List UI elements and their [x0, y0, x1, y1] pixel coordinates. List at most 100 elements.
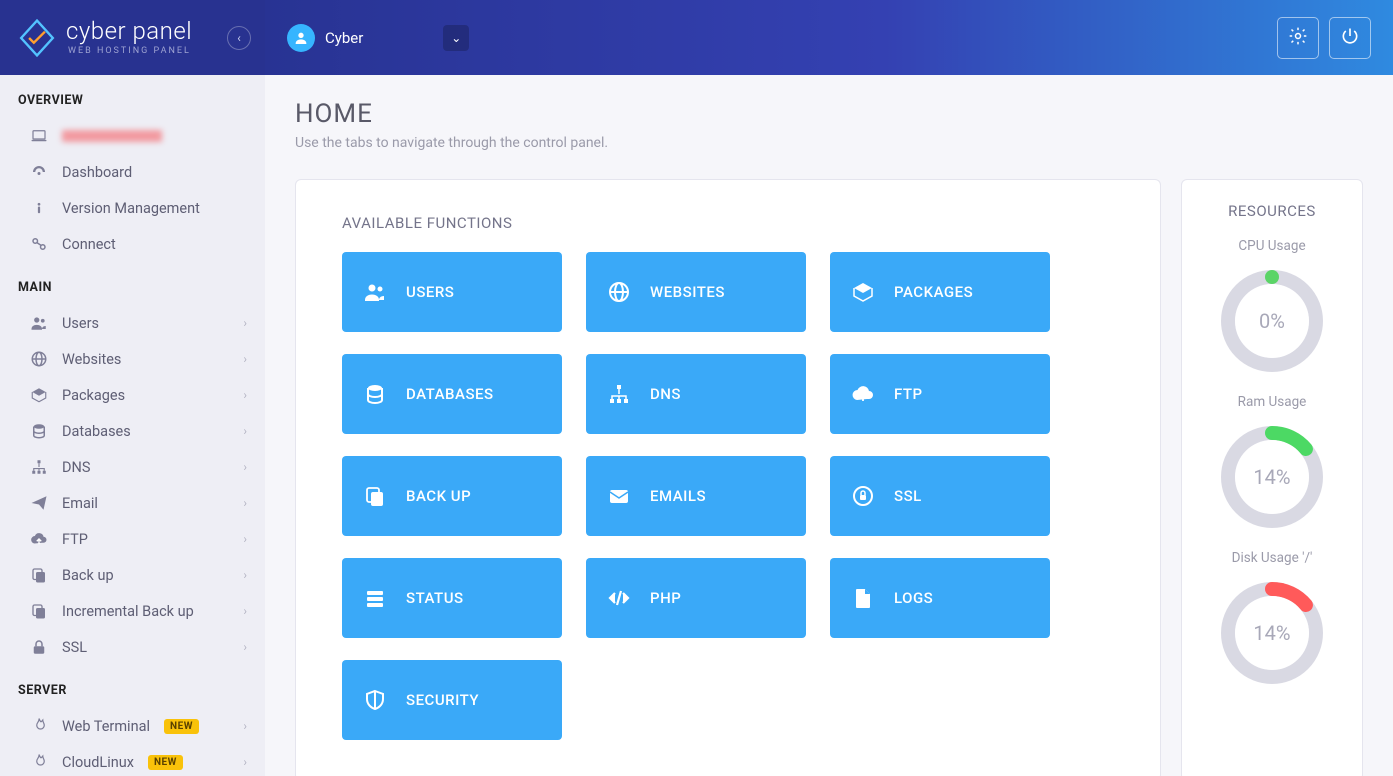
tile-databases[interactable]: DATABASES	[342, 354, 562, 434]
nav-item-label: Back up	[62, 567, 114, 584]
dns-icon	[606, 382, 632, 406]
nav-item-ssl[interactable]: SSL›	[0, 629, 265, 665]
globe-icon	[30, 350, 48, 368]
flame-icon	[30, 717, 48, 735]
tile-dns[interactable]: DNS	[586, 354, 806, 434]
tile-label: DNS	[650, 385, 681, 403]
lock-icon	[30, 638, 48, 656]
brand-text: cyber panel WEB HOSTING PANEL	[66, 19, 192, 56]
db-icon	[30, 422, 48, 440]
nav-item-label: Connect	[62, 236, 116, 253]
chevron-right-icon: ›	[243, 719, 247, 733]
tile-back-up[interactable]: BACK UP	[342, 456, 562, 536]
send-icon	[30, 494, 48, 512]
topbar: Cyber ⌄	[265, 0, 1393, 75]
nav-item-email[interactable]: Email ›	[0, 485, 265, 521]
tile-label: PHP	[650, 589, 681, 607]
settings-button[interactable]	[1277, 17, 1319, 59]
nav-item-databases[interactable]: Databases›	[0, 413, 265, 449]
user-avatar-icon	[287, 24, 315, 52]
nav-item-label: Version Management	[62, 200, 200, 217]
sidebar-nav: OVERVIEW Dashboard Version Management Conn…	[0, 75, 265, 776]
content: HOME Use the tabs to navigate through th…	[265, 75, 1393, 776]
nav-item-users[interactable]: Users ›	[0, 305, 265, 341]
mail-icon	[606, 484, 632, 508]
nav-item-label: Packages	[62, 387, 125, 404]
nav-item-incremental-back-up[interactable]: Incremental Back up ›	[0, 593, 265, 629]
resource-gauge: 14%	[1217, 422, 1327, 532]
tile-label: SSL	[894, 487, 922, 505]
nav-item-label: Web Terminal	[62, 718, 150, 735]
nav-section-main: MAIN	[0, 262, 265, 305]
chevron-right-icon: ›	[243, 755, 247, 769]
code-icon	[606, 586, 632, 610]
nav-item-ftp[interactable]: FTP›	[0, 521, 265, 557]
sidebar-collapse-button[interactable]: ‹	[227, 26, 251, 50]
power-button[interactable]	[1329, 17, 1371, 59]
info-icon	[30, 199, 48, 217]
user-dropdown-toggle[interactable]: ⌄	[443, 25, 469, 51]
tile-label: EMAILS	[650, 487, 706, 505]
page-subtitle: Use the tabs to navigate through the con…	[295, 135, 1363, 151]
resource-value: 0%	[1217, 266, 1327, 376]
tile-ssl[interactable]: SSL	[830, 456, 1050, 536]
nav-item-label: Users	[62, 315, 99, 332]
users-icon	[362, 280, 388, 304]
tile-status[interactable]: STATUS	[342, 558, 562, 638]
nav-item-back-up[interactable]: Back up›	[0, 557, 265, 593]
nav-item-redacted[interactable]	[0, 118, 265, 154]
nav-section-overview: OVERVIEW	[0, 75, 265, 118]
tile-logs[interactable]: LOGS	[830, 558, 1050, 638]
nav-item-label: Email	[62, 495, 98, 512]
nav-item-dns[interactable]: DNS›	[0, 449, 265, 485]
tile-php[interactable]: PHP	[586, 558, 806, 638]
nav-item-websites[interactable]: Websites›	[0, 341, 265, 377]
nav-item-label: FTP	[62, 531, 88, 548]
chevron-right-icon: ›	[243, 604, 247, 618]
gauge-icon	[30, 163, 48, 181]
nav-item-packages[interactable]: Packages›	[0, 377, 265, 413]
user-chip[interactable]: Cyber	[287, 24, 363, 52]
power-icon	[1340, 26, 1360, 50]
tile-label: BACK UP	[406, 487, 471, 505]
resource-label: Ram Usage	[1238, 394, 1307, 410]
nav-item-dashboard[interactable]: Dashboard	[0, 154, 265, 190]
tile-security[interactable]: SECURITY	[342, 660, 562, 740]
chevron-right-icon: ›	[243, 496, 247, 510]
globe-icon	[606, 280, 632, 304]
resource-value: 14%	[1217, 422, 1327, 532]
tile-emails[interactable]: EMAILS	[586, 456, 806, 536]
laptop-icon	[30, 127, 48, 145]
tile-websites[interactable]: WEBSITES	[586, 252, 806, 332]
nav-item-web-terminal[interactable]: Web Terminal NEW ›	[0, 708, 265, 744]
nav-item-label: Incremental Back up	[62, 603, 194, 620]
gear-icon	[1288, 26, 1308, 50]
status-icon	[362, 586, 388, 610]
resource-disk-usage: Disk Usage '/'14%	[1217, 550, 1327, 688]
nav-item-version-management[interactable]: Version Management	[0, 190, 265, 226]
brand-name: cyber panel	[66, 19, 192, 43]
tile-users[interactable]: USERS	[342, 252, 562, 332]
functions-heading: AVAILABLE FUNCTIONS	[342, 214, 1114, 232]
packages-icon	[30, 386, 48, 404]
tile-ftp[interactable]: FTP	[830, 354, 1050, 434]
tile-packages[interactable]: PACKAGES	[830, 252, 1050, 332]
nav-item-label: CloudLinux	[62, 754, 134, 771]
backup-icon	[362, 484, 388, 508]
file-icon	[850, 586, 876, 610]
nav-item-label: DNS	[62, 459, 90, 476]
tile-label: USERS	[406, 283, 454, 301]
resource-cpu-usage: CPU Usage0%	[1217, 238, 1327, 376]
chevron-right-icon: ›	[243, 316, 247, 330]
nav-item-connect[interactable]: Connect	[0, 226, 265, 262]
nav-item-label: Dashboard	[62, 164, 132, 181]
resource-value: 14%	[1217, 578, 1327, 688]
packages-icon	[850, 280, 876, 304]
new-badge: NEW	[164, 719, 199, 734]
cloud-icon	[30, 530, 48, 548]
tile-label: STATUS	[406, 589, 464, 607]
nav-item-label: Databases	[62, 423, 131, 440]
nav-item-label	[62, 130, 162, 142]
dns-icon	[30, 458, 48, 476]
nav-item-cloudlinux[interactable]: CloudLinuxNEW›	[0, 744, 265, 776]
